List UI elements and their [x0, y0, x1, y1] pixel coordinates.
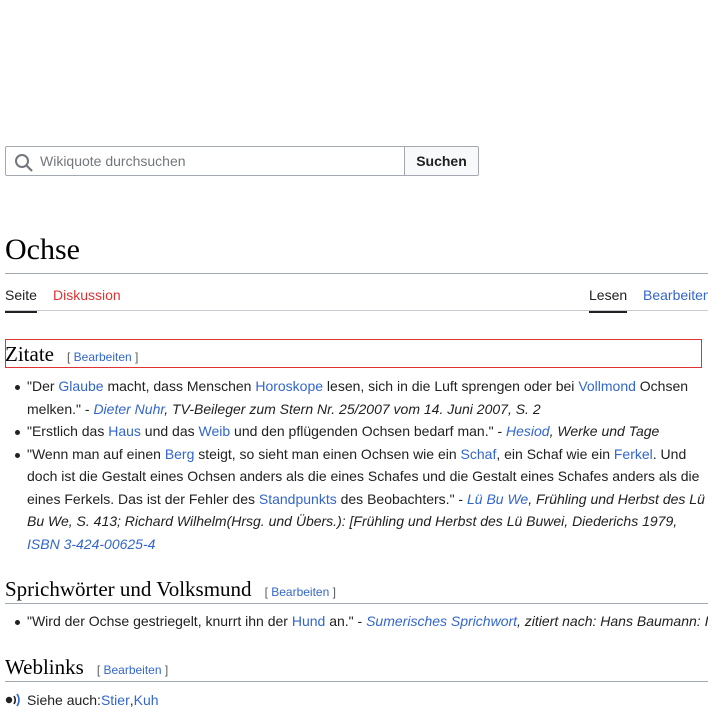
tab-bearbeiten[interactable]: Bearbeiten: [643, 287, 708, 311]
link-kuh[interactable]: Kuh: [134, 692, 159, 708]
search-bar: Suchen: [5, 146, 479, 176]
section-heading-sprichwoerter: Sprichwörter und Volksmund [ Bearbeiten …: [5, 577, 336, 602]
link-schaf[interactable]: Schaf: [461, 446, 497, 462]
link-isbn[interactable]: ISBN 3-424-00625-4: [27, 536, 155, 552]
list-item: "Erstlich das Haus und das Weib und den …: [15, 420, 708, 443]
link-vollmond[interactable]: Vollmond: [578, 378, 636, 394]
audio-speaker-icon: [5, 693, 20, 707]
link-stier[interactable]: Stier: [101, 692, 130, 708]
link-horoskope[interactable]: Horoskope: [255, 378, 323, 394]
list-item: "Der Glaube macht, dass Menschen Horosko…: [15, 375, 708, 420]
link-ferkel[interactable]: Ferkel: [614, 446, 653, 462]
link-glaube[interactable]: Glaube: [58, 378, 103, 394]
section-divider: [5, 603, 708, 604]
edit-link-zitate[interactable]: Bearbeiten: [74, 350, 132, 364]
edit-section-sprichwoerter: [ Bearbeiten ]: [264, 585, 336, 599]
weblinks-line: Siehe auch: Stier, Kuh: [5, 692, 159, 708]
link-haus[interactable]: Haus: [108, 423, 141, 439]
link-berg[interactable]: Berg: [165, 446, 195, 462]
quote-list-sprichwoerter: "Wird der Ochse gestriegelt, knurrt ihn …: [5, 610, 708, 633]
quote-list-zitate: "Der Glaube macht, dass Menschen Horosko…: [5, 375, 708, 555]
section-heading-weblinks: Weblinks [ Bearbeiten ]: [5, 655, 168, 680]
title-divider: [5, 273, 708, 274]
tabs-divider: [5, 310, 708, 311]
link-author-lubuwe[interactable]: Lü Bu We: [467, 491, 528, 507]
list-item: "Wenn man auf einen Berg steigt, so sieh…: [15, 443, 708, 556]
edit-link-weblinks[interactable]: Bearbeiten: [103, 663, 161, 677]
search-input[interactable]: [40, 147, 400, 175]
search-box: [5, 146, 405, 176]
edit-section-zitate: [ Bearbeiten ]: [66, 350, 139, 364]
search-button[interactable]: Suchen: [405, 146, 479, 176]
heading-text: Zitate: [5, 342, 54, 366]
edit-section-weblinks: [ Bearbeiten ]: [96, 663, 169, 677]
section-divider: [5, 681, 708, 682]
tab-diskussion[interactable]: Diskussion: [53, 287, 121, 311]
heading-text: Weblinks: [5, 655, 84, 679]
link-standpunkts[interactable]: Standpunkts: [259, 491, 337, 507]
page-title: Ochse: [5, 233, 80, 266]
link-hund[interactable]: Hund: [292, 613, 325, 629]
link-weib[interactable]: Weib: [199, 423, 231, 439]
edit-link-sprichwoerter[interactable]: Bearbeiten: [271, 585, 329, 599]
link-sumerisches-sprichwort[interactable]: Sumerisches Sprichwort: [366, 613, 517, 629]
weblinks-prefix: Siehe auch:: [27, 692, 101, 708]
section-heading-zitate: Zitate [ Bearbeiten ]: [5, 342, 138, 367]
heading-text: Sprichwörter und Volksmund: [5, 577, 252, 601]
link-author-nuhr[interactable]: Dieter Nuhr: [93, 401, 164, 417]
search-icon: [15, 154, 33, 172]
link-author-hesiod[interactable]: Hesiod: [506, 423, 550, 439]
list-item: "Wird der Ochse gestriegelt, knurrt ihn …: [15, 610, 708, 633]
